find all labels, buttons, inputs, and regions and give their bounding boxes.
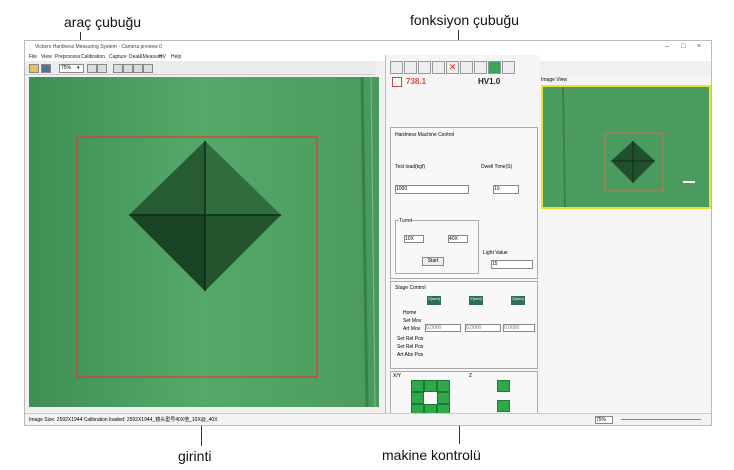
preview-panel: Image View [539,77,711,413]
z-label: Z [469,373,473,379]
xy-arrow-up[interactable] [424,380,437,392]
menu-capture[interactable]: Capture [109,54,127,60]
indentation-image [29,77,379,407]
xy-arrow-up-left[interactable] [411,380,424,392]
hardness-unit: HV1.0 [478,77,501,86]
fn-button-1[interactable] [390,61,403,74]
camera-view[interactable] [29,77,379,407]
status-bar: Image Size: 2592X1944 Calibration loaded… [25,413,711,425]
menu-preprocess[interactable]: Preprocess [55,54,80,60]
annotation-function-bar: fonksiyon çubuğu [410,12,519,28]
capture-icon[interactable] [133,64,143,73]
maximize-button[interactable]: □ [681,43,685,50]
turret-40x-select[interactable]: 40X [448,235,468,243]
zoom-slider[interactable] [621,419,701,420]
hardness-control-section: Hardness Machine Control Test load(kgf) … [390,127,538,279]
move-icon[interactable] [123,64,133,73]
y-value[interactable]: 0.0000 [465,324,501,332]
delete-icon[interactable]: ✕ [446,61,459,74]
window-title: Vickers Hardness Measuring System - Came… [35,44,162,50]
preview-title: Image View [541,77,568,83]
open-icon[interactable] [29,64,39,73]
fn-button-9[interactable] [502,61,515,74]
test-load-label: Test load(kgf) [395,164,426,170]
status-text: Image Size: 2592X1944 Calibration loaded… [29,417,218,423]
row-set-rel-pos-2: Set Rel Pos [397,344,424,350]
fn-button-8[interactable] [488,61,501,74]
menu-calibration[interactable]: Calibration [81,54,105,60]
hardness-section-title: Hardness Machine Control [395,132,455,138]
zoom-dropdown-icon[interactable]: ▾ [77,65,80,71]
fn-button-2[interactable] [404,61,417,74]
row-set-mov: Set Mov [403,318,422,324]
fn-button-4[interactable] [432,61,445,74]
row-set-rel-pos-1: Set Rel Pos [397,336,424,342]
dwell-label: Dwell Time(S) [481,164,513,170]
title-bar: Vickers Hardness Measuring System - Came… [25,41,711,53]
zoom-select[interactable]: 75% [59,64,84,73]
x-value[interactable]: 0.0000 [425,324,461,332]
stage-section-title: Stage Control [395,285,426,291]
annotation-toolbar: araç çubuğu [64,14,142,30]
light-value-label: Light Value [483,250,508,256]
menu-bar: File View Preprocess Calibration Capture… [25,53,711,61]
row-home: Home [403,310,417,316]
xy-label: X/Y [393,373,402,379]
motion-section: X/Y Z [390,371,538,417]
readout-icon [392,77,402,87]
turret-label: Turret [399,218,413,224]
arrow-icon[interactable] [87,64,97,73]
status-zoom[interactable]: 75% [595,416,613,424]
test-load-input[interactable]: 1000 [395,185,469,194]
dwell-input[interactable]: 10 [493,185,519,194]
start-button[interactable]: Start [422,257,444,266]
z-header: Z(mm) [511,296,525,305]
xy-arrow-up-right[interactable] [437,380,450,392]
menu-deal-measure[interactable]: Deal&Measure [129,54,162,60]
fn-button-7[interactable] [474,61,487,74]
preview-image [543,87,709,207]
menu-view[interactable]: View [41,54,52,60]
menu-hv[interactable]: HV [159,54,166,60]
row-art-abs-pos: Art Abs Pos [397,352,424,358]
preview-thumbnail[interactable] [541,85,711,209]
measure-icon[interactable] [143,64,153,73]
light-value-input[interactable]: 15 [491,260,533,269]
crosshair-icon[interactable] [113,64,123,73]
close-button[interactable]: × [697,43,701,50]
rect-tool-icon[interactable] [97,64,107,73]
fn-button-6[interactable] [460,61,473,74]
xy-arrow-right[interactable] [437,392,450,404]
save-icon[interactable] [41,64,51,73]
menu-help[interactable]: Help [171,54,181,60]
app-window: Vickers Hardness Measuring System - Came… [24,40,712,426]
z-value[interactable]: 0.0000 [503,324,535,332]
turret-10x-select[interactable]: 10X [404,235,424,243]
y-header: Y(mm) [469,296,483,305]
annotation-machine-control: makine kontrolü [382,447,481,463]
menu-file[interactable]: File [29,54,37,60]
fn-button-3[interactable] [418,61,431,74]
turret-group: Turret 10X 40X Start [395,218,479,274]
row-art-mov: Art Mov [403,326,421,332]
z-arrow-up[interactable] [497,380,510,392]
hardness-value: 738.1 [406,77,427,86]
annotation-indentation: girinti [178,448,212,464]
stage-control-section: Stage Control X(mm) Y(mm) Z(mm) Home Set… [390,281,538,369]
toolbar: 75% ▾ [25,61,375,75]
minimize-button[interactable]: – [665,43,669,50]
xy-arrow-left[interactable] [411,392,424,404]
z-arrow-down[interactable] [497,400,510,412]
x-header: X(mm) [427,296,441,305]
control-panel: ✕ 738.1 HV1.0 Hardness Machine Control T… [385,55,540,417]
